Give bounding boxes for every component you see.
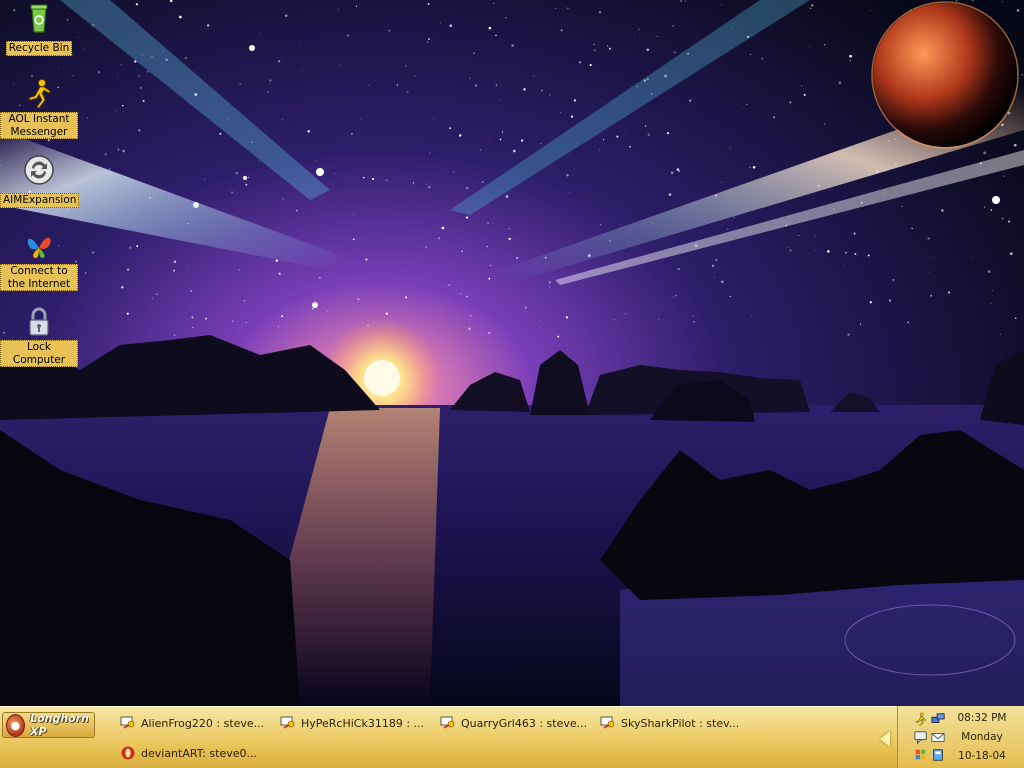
recycle-bin-icon: [30, 4, 48, 33]
opera-browser-icon: [121, 746, 135, 760]
clock-date: 10-18-04: [958, 750, 1006, 762]
desktop-icon-label: Connect to the Internet: [0, 264, 78, 291]
aim-tray-icon[interactable]: [914, 712, 928, 726]
desktop-icon-connect-to-the-internet[interactable]: Connect to the Internet: [0, 230, 78, 291]
taskbar-button-label: SkySharkPilot : stev...: [621, 716, 740, 730]
taskbar: ● Longhorn XP AlienFrog220 : steve... Hy…: [0, 706, 1024, 768]
start-button-label: Longhorn XP: [29, 712, 89, 738]
clock-day: Monday: [961, 731, 1003, 743]
aim-running-man-icon: [28, 79, 51, 109]
longhorn-logo-icon: ●: [6, 713, 25, 737]
aim-chat-icon: [600, 716, 615, 729]
desktop-icon-recycle-bin[interactable]: Recycle Bin: [0, 2, 78, 56]
desktop-icon-aimexpansion[interactable]: AIMExpansion: [0, 154, 80, 208]
desktop-icon-aol-instant-messenger[interactable]: AOL Instant Messenger: [0, 78, 78, 139]
start-button[interactable]: ● Longhorn XP: [2, 712, 95, 738]
desktop-wallpaper: [0, 0, 1024, 706]
aim-chat-icon: [120, 716, 135, 729]
clock-time[interactable]: 08:32 PM: [940, 712, 1024, 725]
aim-chat-icon: [280, 716, 295, 729]
taskbar-button-hyperchick31189[interactable]: HyPeRcHiCk31189 : ...: [276, 711, 432, 735]
desktop-icon-label: AIMExpansion: [0, 193, 80, 208]
desktop-icon-label: Lock Computer: [0, 340, 78, 367]
taskbar-button-label: deviantART: steve0...: [141, 746, 257, 760]
desktop-icon-label: AOL Instant Messenger: [0, 112, 78, 139]
messenger-chat-icon[interactable]: [914, 730, 928, 744]
taskbar-button-skysharkpilot[interactable]: SkySharkPilot : stev...: [596, 711, 752, 735]
taskbar-button-deviantart[interactable]: deviantART: steve0...: [116, 741, 272, 765]
taskbar-button-label: HyPeRcHiCk31189 : ...: [301, 716, 425, 730]
taskbar-button-quarrygrl463[interactable]: QuarryGrl463 : steve...: [436, 711, 592, 735]
aim-expansion-icon: [24, 155, 54, 185]
taskbar-button-alienfrog220[interactable]: AlienFrog220 : steve...: [116, 711, 272, 735]
aim-chat-icon: [440, 716, 455, 729]
show-hidden-icons-arrow-icon[interactable]: [880, 731, 890, 747]
taskbar-button-label: AlienFrog220 : steve...: [141, 716, 265, 730]
desktop-icon-label: Recycle Bin: [5, 41, 73, 56]
desktop-icon-lock-computer[interactable]: Lock Computer: [0, 306, 78, 367]
taskbar-button-label: QuarryGrl463 : steve...: [461, 716, 588, 730]
padlock-icon: [29, 307, 49, 336]
windows-flag-icon[interactable]: [914, 748, 928, 762]
msn-butterfly-icon: [27, 237, 51, 258]
